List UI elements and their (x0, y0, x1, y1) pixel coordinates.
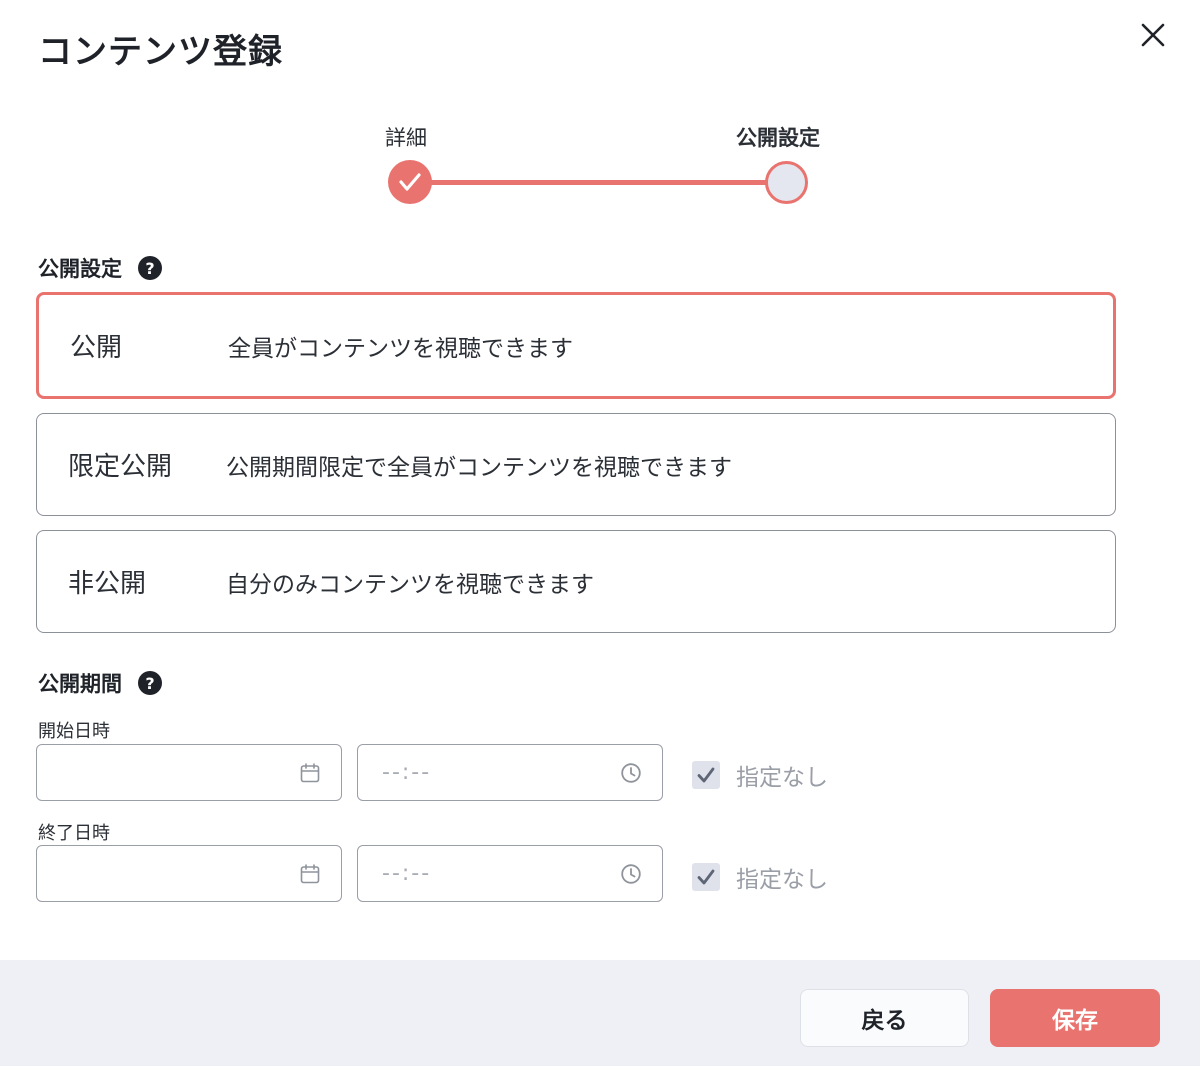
step-indicator-completed (388, 160, 432, 204)
help-icon[interactable]: ? (138, 256, 162, 280)
checkbox-box[interactable] (692, 761, 720, 789)
step-label-detail: 詳細 (385, 126, 427, 150)
option-description: 全員がコンテンツを視聴できます (228, 335, 573, 362)
end-unspecified-checkbox[interactable]: 指定なし (692, 860, 828, 894)
back-button[interactable]: 戻る (800, 989, 969, 1047)
check-icon (697, 869, 715, 885)
option-description: 自分のみコンテンツを視聴できます (226, 571, 594, 598)
period-section-title: 公開期間 (38, 672, 122, 696)
calendar-icon[interactable] (299, 863, 321, 885)
save-button[interactable]: 保存 (990, 989, 1160, 1047)
step-progress-line (410, 180, 788, 185)
visibility-option-private[interactable]: 非公開 自分のみコンテンツを視聴できます (36, 530, 1116, 633)
option-name: 公開 (70, 333, 123, 363)
end-date-input[interactable] (36, 845, 342, 902)
end-datetime-label: 終了日時 (38, 823, 110, 844)
visibility-option-limited[interactable]: 限定公開 公開期間限定で全員がコンテンツを視聴できます (36, 413, 1116, 516)
clock-icon[interactable] (620, 863, 642, 885)
help-icon[interactable]: ? (138, 671, 162, 695)
check-icon (697, 767, 715, 783)
clock-icon[interactable] (620, 762, 642, 784)
end-time-placeholder: --:-- (382, 861, 432, 886)
visibility-section-label: 公開設定 ? (38, 253, 162, 283)
end-time-input[interactable]: --:-- (357, 845, 663, 902)
start-unspecified-checkbox[interactable]: 指定なし (692, 758, 828, 792)
start-datetime-label: 開始日時 (38, 721, 110, 742)
start-time-placeholder: --:-- (382, 760, 432, 785)
visibility-section-title: 公開設定 (38, 257, 122, 281)
option-name: 非公開 (68, 569, 147, 599)
step-indicator-current (765, 161, 808, 204)
start-time-input[interactable]: --:-- (357, 744, 663, 801)
step-label-publish-settings: 公開設定 (736, 126, 820, 150)
checkbox-box[interactable] (692, 863, 720, 891)
calendar-icon[interactable] (299, 762, 321, 784)
option-description: 公開期間限定で全員がコンテンツを視聴できます (226, 454, 732, 481)
checkbox-label: 指定なし (736, 867, 828, 893)
visibility-option-public[interactable]: 公開 全員がコンテンツを視聴できます (36, 292, 1116, 399)
start-date-input[interactable] (36, 744, 342, 801)
period-section-label: 公開期間 ? (38, 668, 162, 698)
stepper: 詳細 公開設定 (0, 0, 1200, 220)
check-icon (399, 173, 421, 191)
option-name: 限定公開 (68, 452, 173, 482)
checkbox-label: 指定なし (736, 765, 828, 791)
